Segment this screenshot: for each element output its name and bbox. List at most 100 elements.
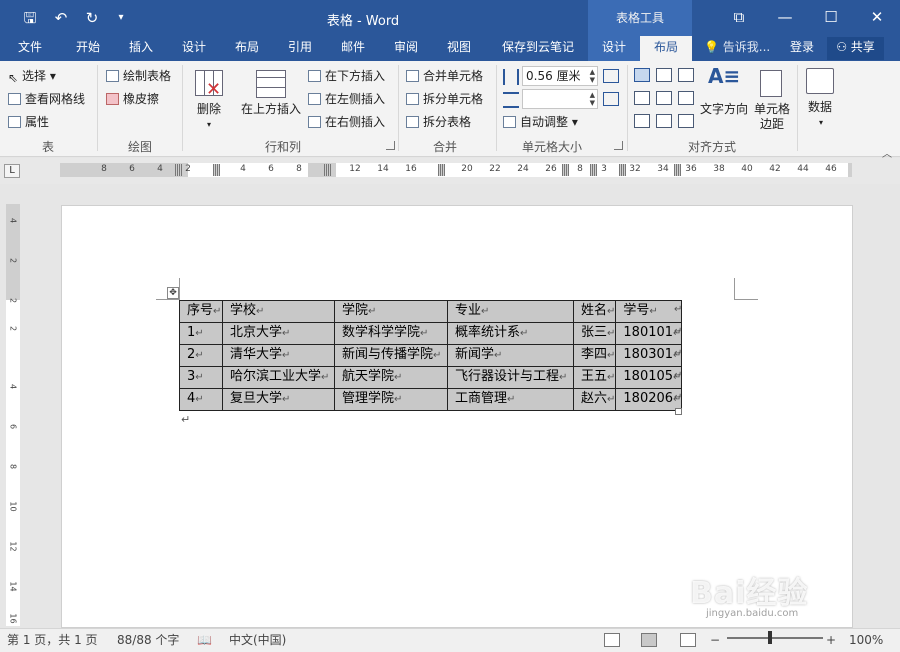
data-icon[interactable] [806,68,834,94]
zoom-in-button[interactable]: + [826,632,836,649]
distribute-rows-icon[interactable] [603,69,619,83]
data-button[interactable]: 数据 [803,100,837,115]
table-cell[interactable]: 张三↵ [572,322,617,345]
autofit-button[interactable]: 自动调整 ▾ [503,114,578,130]
tab-review[interactable]: 审阅 [384,36,428,61]
table-cell[interactable]: 新闻与传播学院↵ [334,344,448,367]
vertical-ruler[interactable]: 4 2 2 2 4 6 8 10 12 14 16 [6,204,20,626]
column-marker[interactable] [324,164,331,176]
zoom-slider[interactable] [727,637,823,639]
cell-width-input[interactable]: ▲ ▼ [522,89,598,109]
delete-dropdown-icon[interactable]: ▾ [204,117,214,132]
maximize-icon[interactable]: ☐ [808,0,854,36]
tab-layout[interactable]: 布局 [225,36,269,61]
table-cell[interactable]: 北京大学↵ [222,322,335,345]
align-bottom-left-icon[interactable] [634,114,650,128]
delete-button[interactable]: 删除 [194,102,224,117]
view-gridlines-button[interactable]: 查看网格线 [8,91,85,107]
document-table[interactable]: 序号↵ 学校↵ 学院↵ 专业↵ 姓名↵ 学号↵ 1↵ 北京大学↵ 数学科学学院↵ 概率统计系↵ 张三… [179,300,683,411]
table-cell[interactable]: 李四↵ [572,344,617,367]
table-cell[interactable]: 180206↵ [615,388,683,411]
cell-margins-icon[interactable] [760,70,782,97]
table-cell[interactable]: 新闻学↵ [447,344,574,367]
table-cell[interactable]: 2↵ [179,344,223,367]
align-middle-right-icon[interactable] [678,91,694,105]
ribbon-display-icon[interactable]: ⧉ [716,0,762,36]
print-layout-icon[interactable] [641,633,657,647]
table-cell[interactable]: 王五↵ [572,366,617,389]
table-cell[interactable]: 学院↵ [334,300,448,323]
table-cell[interactable]: 序号↵ [179,300,223,323]
rows-columns-launcher-icon[interactable] [386,141,395,150]
cell-size-launcher-icon[interactable] [614,141,623,150]
spin-up-icon[interactable]: ▲ [590,92,595,99]
table-cell[interactable]: 工商管理↵ [447,388,574,411]
tab-design[interactable]: 设计 [172,36,216,61]
split-cells-button[interactable]: 拆分单元格 [406,91,483,107]
word-count[interactable]: 88/88 个字 [117,632,179,649]
tab-home[interactable]: 开始 [66,36,110,61]
align-bottom-center-icon[interactable] [656,114,672,128]
table-cell[interactable]: 清华大学↵ [222,344,335,367]
table-resize-handle[interactable] [675,408,682,415]
align-bottom-right-icon[interactable] [678,114,694,128]
distribute-columns-icon[interactable] [603,92,619,106]
tab-mailings[interactable]: 邮件 [331,36,375,61]
insert-above-icon[interactable] [256,70,286,98]
table-cell[interactable]: 管理学院↵ [334,388,448,411]
text-direction-button[interactable]: 文字方向 [698,102,750,117]
login-link[interactable]: 登录 [790,36,814,61]
column-marker[interactable] [213,164,220,176]
tell-me-box[interactable]: 💡 告诉我... [704,36,770,61]
table-cell[interactable]: 赵六↵ [572,388,617,411]
select-button[interactable]: ⇖ 选择 ▾ [8,68,56,85]
spin-down-icon[interactable]: ▼ [590,77,595,84]
column-marker[interactable] [562,164,569,176]
data-dropdown-icon[interactable]: ▾ [816,115,826,130]
tab-insert[interactable]: 插入 [119,36,163,61]
table-cell[interactable]: 3↵ [179,366,223,389]
table-cell[interactable]: 180301↵ [615,344,683,367]
close-icon[interactable]: ✕ [854,0,900,36]
tab-file[interactable]: 文件 [8,36,52,61]
insert-left-button[interactable]: 在左侧插入 [308,91,385,107]
proofing-icon[interactable]: 📖 [197,632,212,649]
tab-save-cloud[interactable]: 保存到云笔记 [494,36,582,61]
align-top-right-icon[interactable] [678,68,694,82]
table-cell[interactable]: 180105↵ [615,366,683,389]
table-cell[interactable]: 数学科学学院↵ [334,322,448,345]
read-mode-icon[interactable] [604,633,620,647]
table-cell[interactable]: 哈尔滨工业大学↵ [222,366,335,389]
share-button[interactable]: ⚇ 共享 [827,37,884,60]
zoom-slider-thumb[interactable] [768,631,772,644]
horizontal-ruler[interactable]: 8 6 4 2 4 6 8 12 14 16 20 22 24 26 8 3 32 34 36 38 40 42 44 46 [60,163,852,177]
tab-references[interactable]: 引用 [278,36,322,61]
minimize-icon[interactable]: — [762,0,808,36]
zoom-out-button[interactable]: − [710,632,720,649]
customize-icon[interactable]: ▾ [111,8,131,28]
table-cell[interactable]: 飞行器设计与工程↵ [447,366,574,389]
table-cell[interactable]: 学校↵ [222,300,335,323]
align-top-center-icon[interactable] [656,68,672,82]
table-cell[interactable]: 专业↵ [447,300,574,323]
split-table-button[interactable]: 拆分表格 [406,114,471,130]
merge-cells-button[interactable]: 合并单元格 [406,68,483,84]
align-middle-center-icon[interactable] [656,91,672,105]
table-cell[interactable]: 航天学院↵ [334,366,448,389]
table-move-handle-icon[interactable]: ✥ [167,287,179,299]
insert-above-button[interactable]: 在上方插入 [239,102,303,117]
tab-table-layout[interactable]: 布局 [640,36,692,61]
save-icon[interactable]: 🖫 [20,8,40,28]
table-cell[interactable]: 姓名↵ [572,300,617,323]
insert-below-button[interactable]: 在下方插入 [308,68,385,84]
undo-icon[interactable]: ↶ [51,8,71,28]
spin-down-icon[interactable]: ▼ [590,100,595,107]
redo-icon[interactable]: ↻ [82,8,102,28]
spin-up-icon[interactable]: ▲ [590,69,595,76]
insert-right-button[interactable]: 在右侧插入 [308,114,385,130]
cell-margins-button[interactable]: 单元格边距 [752,102,792,132]
zoom-level[interactable]: 100% [849,632,883,649]
tab-view[interactable]: 视图 [437,36,481,61]
tab-table-design[interactable]: 设计 [588,36,640,61]
align-top-left-icon[interactable] [634,68,650,82]
